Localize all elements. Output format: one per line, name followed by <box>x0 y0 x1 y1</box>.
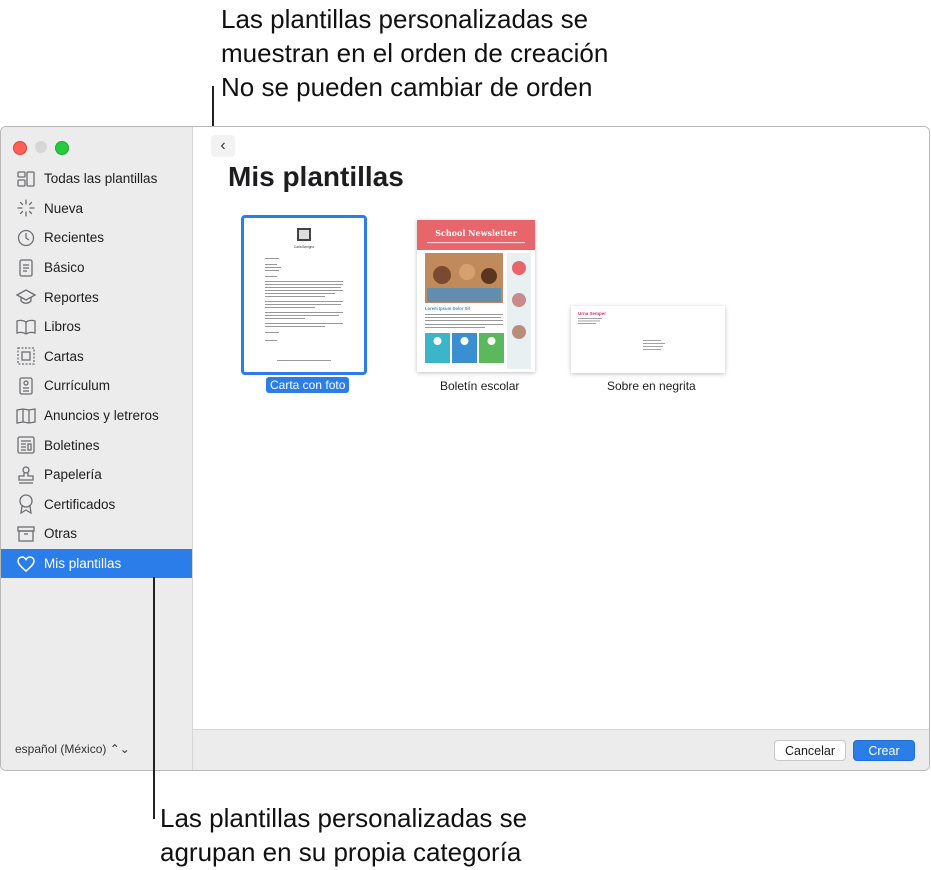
sidebar-item-label: Básico <box>44 260 85 276</box>
sidebar-item-label: Reportes <box>44 289 99 305</box>
map-icon <box>16 406 36 426</box>
minimize-window-button[interactable] <box>35 141 47 153</box>
sidebar-item-curriculum[interactable]: Currículum <box>1 371 192 401</box>
chevron-left-icon: ‹ <box>220 137 226 154</box>
callout-bottom-line-2: agrupan en su propia categoría <box>160 837 522 867</box>
letter-name: Carla Benigno <box>294 245 314 249</box>
sidebar-item-label: Libros <box>44 319 81 335</box>
sidebar-item-mis-plantillas[interactable]: Mis plantillas <box>1 548 192 579</box>
sidebar-item-label: Todas las plantillas <box>44 171 158 187</box>
sidebar-item-label: Boletines <box>44 437 100 453</box>
sidebar-item-label: Anuncios y letreros <box>44 408 159 424</box>
sidebar-item-label: Certificados <box>44 496 116 512</box>
newsletter-preview: School Newsletter Lorem Ipsum Dolor Sit <box>417 220 535 369</box>
grid-icon <box>16 169 36 189</box>
sidebar-item-otras[interactable]: Otras <box>1 519 192 549</box>
zoom-window-button[interactable] <box>55 141 69 155</box>
sidebar-item-todas[interactable]: Todas las plantillas <box>1 164 192 194</box>
callout-top-line-2: muestran en el orden de creación <box>221 38 609 68</box>
thumbnail-letter: Carla Benigno <box>247 221 361 369</box>
heart-icon <box>16 554 36 574</box>
archive-box-icon <box>16 524 36 544</box>
document-icon <box>16 258 36 278</box>
template-sobre-en-negrita[interactable]: Urna Semper <box>571 306 725 373</box>
callout-top: Las plantillas personalizadas se muestra… <box>221 2 921 104</box>
language-selector[interactable]: español (México) ⌃⌄ <box>15 742 130 756</box>
newsletter-heading: Lorem Ipsum Dolor Sit <box>425 306 471 311</box>
graduation-cap-icon <box>16 287 36 307</box>
sidebar-item-nueva[interactable]: Nueva <box>1 194 192 224</box>
sidebar-item-boletines[interactable]: Boletines <box>1 430 192 460</box>
letter-preview: Carla Benigno <box>265 228 343 361</box>
page-title: Mis plantillas <box>228 161 404 192</box>
sidebar-item-certificados[interactable]: Certificados <box>1 490 192 520</box>
language-label: español (México) <box>15 742 107 756</box>
template-boletin-escolar[interactable]: School Newsletter Lorem Ipsum Dolor Sit <box>417 220 535 372</box>
newsletter-title: School Newsletter <box>435 228 517 238</box>
sidebar-item-libros[interactable]: Libros <box>1 312 192 342</box>
create-button[interactable]: Crear <box>853 740 915 761</box>
sidebar-item-label: Cartas <box>44 348 84 364</box>
sidebar-item-papeleria[interactable]: Papelería <box>1 460 192 490</box>
callout-top-line-1: Las plantillas personalizadas se <box>221 4 589 34</box>
clock-icon <box>16 228 36 248</box>
callout-bottom-line-1: Las plantillas personalizadas se <box>160 803 528 833</box>
sidebar-item-recientes[interactable]: Recientes <box>1 223 192 253</box>
updown-chevron-icon: ⌃⌄ <box>109 742 130 756</box>
sidebar-item-label: Otras <box>44 526 78 542</box>
template-caption-carta[interactable]: Carta con foto <box>266 377 350 393</box>
envelope-sender: Urna Semper <box>578 311 606 316</box>
sidebar-item-anuncios[interactable]: Anuncios y letreros <box>1 401 192 431</box>
template-chooser-window: Todas las plantillas Nueva Recientes Bás… <box>0 126 930 771</box>
template-carta-con-foto[interactable]: Carla Benigno <box>241 215 367 377</box>
category-list: Todas las plantillas Nueva Recientes Bás… <box>1 164 192 579</box>
sidebar-item-label: Currículum <box>44 378 111 394</box>
id-card-icon <box>16 376 36 396</box>
template-caption-boletin[interactable]: Boletín escolar <box>440 379 519 393</box>
callout-bottom: Las plantillas personalizadas se agrupan… <box>160 801 860 869</box>
stamp-icon <box>16 465 36 485</box>
callout-top-line-3: No se pueden cambiar de orden <box>221 72 593 102</box>
leader-line-bottom <box>153 577 155 819</box>
back-button[interactable]: ‹ <box>211 135 235 157</box>
envelope-frame-icon <box>16 346 36 366</box>
window-controls <box>13 141 69 155</box>
sidebar-item-label: Papelería <box>44 467 102 483</box>
sidebar-item-label: Mis plantillas <box>44 556 122 572</box>
sidebar: Todas las plantillas Nueva Recientes Bás… <box>1 127 193 770</box>
sidebar-item-reportes[interactable]: Reportes <box>1 282 192 312</box>
close-window-button[interactable] <box>13 141 27 155</box>
book-icon <box>16 317 36 337</box>
cancel-button[interactable]: Cancelar <box>774 740 846 761</box>
sidebar-item-cartas[interactable]: Cartas <box>1 342 192 372</box>
template-gallery: ‹ Mis plantillas Carla Benigno Carta con… <box>193 127 929 730</box>
footer-bar: Cancelar Crear <box>193 729 929 770</box>
newspaper-icon <box>16 435 36 455</box>
envelope-preview: Urna Semper <box>578 311 665 350</box>
sparkle-icon <box>16 198 36 218</box>
sidebar-item-basico[interactable]: Básico <box>1 253 192 283</box>
sidebar-item-label: Recientes <box>44 230 105 246</box>
sidebar-item-label: Nueva <box>44 200 84 216</box>
template-caption-sobre[interactable]: Sobre en negrita <box>607 379 696 393</box>
ribbon-icon <box>16 494 36 515</box>
